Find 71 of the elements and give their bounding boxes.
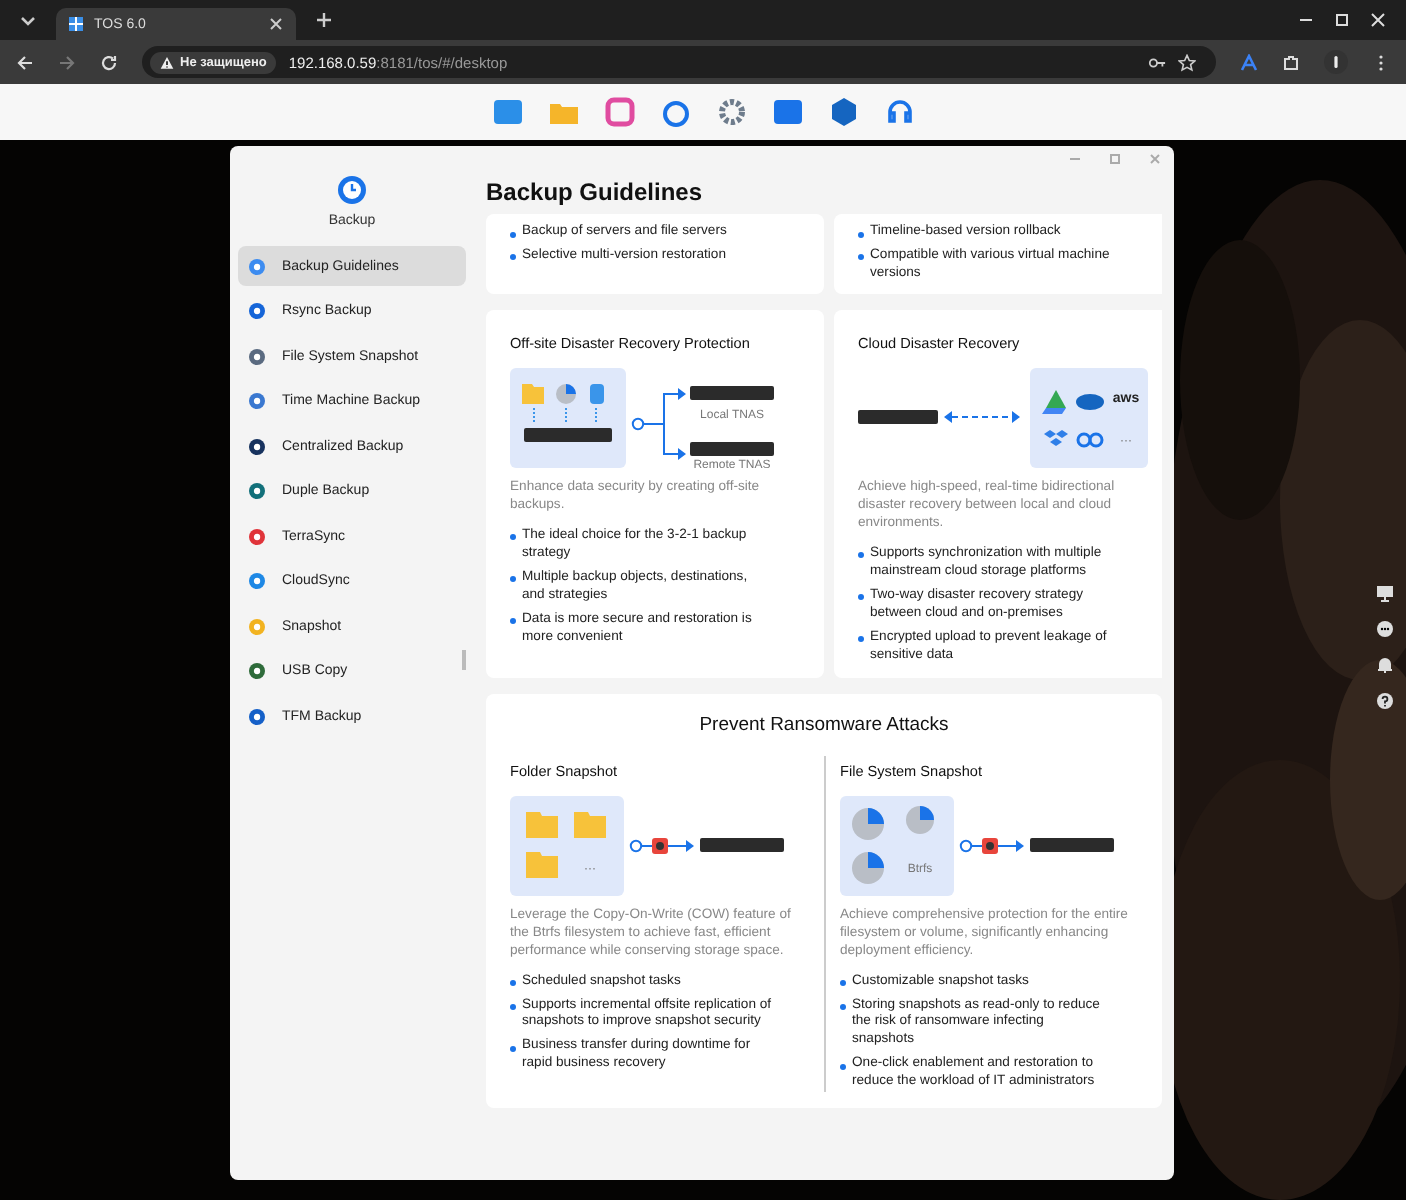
app-icon: [248, 257, 266, 275]
puzzle-icon[interactable]: [1282, 53, 1300, 71]
bullet-dot: [510, 1045, 516, 1052]
new-tab-icon[interactable]: [316, 12, 332, 28]
star-icon[interactable]: [1178, 53, 1196, 71]
bullet-dot: [858, 231, 864, 237]
bullet-dot: [510, 534, 516, 541]
extension-logo-icon[interactable]: [1240, 53, 1258, 71]
app-icon: [248, 707, 266, 725]
branching-arrow: [631, 387, 686, 460]
bullet-dot: [510, 231, 516, 237]
nas-device: [1030, 837, 1114, 852]
app-icon[interactable]: [603, 96, 635, 128]
bullet-dot: [858, 636, 864, 643]
double-arrow: [944, 410, 1020, 423]
triangle-logo-icon: [1042, 389, 1066, 414]
bullet-dot: [510, 980, 516, 987]
forward-icon[interactable]: [58, 53, 76, 71]
section-title: Prevent Ransomware Attacks: [697, 713, 951, 736]
box-logo-icon: [1044, 429, 1068, 446]
close-icon[interactable]: [268, 16, 284, 32]
app-icon: [248, 437, 266, 455]
app-icon[interactable]: [715, 96, 747, 128]
bullet-dot: [510, 254, 516, 261]
bullet-dot: [858, 254, 864, 261]
app-icon: [248, 302, 266, 320]
scrollbar[interactable]: [462, 650, 466, 670]
tab-list-icon[interactable]: [20, 12, 36, 28]
clock-icon: [336, 174, 368, 206]
page-title: Backup Guidelines: [486, 178, 703, 210]
bullet-dot: [858, 594, 864, 601]
app-icon: [248, 347, 266, 365]
bullet-dot: [510, 618, 516, 625]
pie-icon: [852, 807, 884, 840]
app-icon[interactable]: [771, 96, 803, 128]
profile-icon[interactable]: [1324, 50, 1348, 74]
help-icon[interactable]: [1376, 692, 1394, 710]
bullet-dot: [840, 980, 846, 987]
app-icon: [248, 482, 266, 500]
app-icon: [248, 392, 266, 410]
bullet-dot: [840, 1004, 846, 1010]
app-icon: [248, 617, 266, 635]
nas-device: [690, 441, 774, 456]
key-icon[interactable]: [1148, 53, 1166, 71]
app-icon[interactable]: [827, 96, 859, 128]
snapshot-arrow: [959, 837, 1024, 854]
bullet-dot: [840, 1063, 846, 1070]
nas-device: [690, 385, 774, 400]
reload-icon[interactable]: [100, 53, 118, 71]
pie-icon: [852, 851, 884, 884]
monitor-icon[interactable]: [1376, 584, 1394, 602]
bell-icon[interactable]: [1376, 656, 1394, 674]
app-icon: [248, 527, 266, 545]
back-icon[interactable]: [16, 53, 34, 71]
rings-logo-icon: [1076, 432, 1104, 448]
app-icon: [248, 572, 266, 590]
app-icon: [248, 662, 266, 680]
nas-device: [700, 837, 784, 852]
app-icon[interactable]: [491, 96, 523, 128]
app-logo-icon: [68, 16, 84, 32]
bullet-dot: [510, 576, 516, 583]
pie-icon: [906, 805, 934, 834]
snapshot-arrow: [629, 837, 694, 854]
bullet-dot: [858, 552, 864, 559]
data-sources-panel: [510, 367, 626, 468]
app-icon[interactable]: [883, 96, 915, 128]
app-icon[interactable]: [659, 96, 691, 128]
chat-icon[interactable]: [1376, 620, 1394, 638]
nas-device: [858, 409, 938, 424]
bullet-dot: [510, 1004, 516, 1010]
cloud-panel: [1030, 367, 1148, 468]
